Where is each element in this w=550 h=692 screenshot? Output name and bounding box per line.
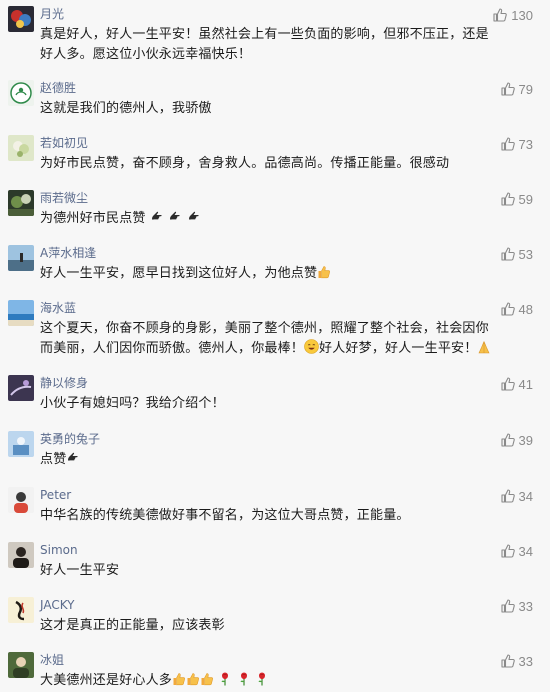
avatar[interactable] bbox=[8, 597, 34, 623]
commenter-name[interactable]: 冰姐 bbox=[40, 652, 64, 668]
like-count: 34 bbox=[518, 488, 533, 504]
rose-emoji-icon bbox=[237, 672, 251, 686]
like-count: 130 bbox=[511, 7, 533, 23]
thumbs-up-outline-icon bbox=[500, 653, 516, 669]
like-button[interactable]: 48 bbox=[500, 300, 533, 318]
comment-text-body: 点赞 bbox=[40, 452, 67, 467]
like-count: 59 bbox=[518, 191, 533, 207]
like-count: 41 bbox=[518, 376, 533, 392]
like-button[interactable]: 34 bbox=[500, 542, 533, 560]
thumbs-up-outline-icon bbox=[500, 598, 516, 614]
thumbs-up-outline-icon bbox=[500, 301, 516, 317]
comment-text: 这个夏天，你奋不顾身的身影，美丽了整个德州，照耀了整个社会，社会因你而美丽，人们… bbox=[40, 319, 495, 359]
like-count: 48 bbox=[518, 301, 533, 317]
thumbs-up-emoji-icon bbox=[172, 672, 186, 686]
commenter-name[interactable]: Peter bbox=[40, 487, 71, 503]
avatar[interactable] bbox=[8, 190, 34, 216]
commenter-name[interactable]: 月光 bbox=[40, 6, 64, 22]
like-button[interactable]: 73 bbox=[500, 135, 533, 153]
avatar[interactable] bbox=[8, 300, 34, 326]
commenter-name[interactable]: 赵德胜 bbox=[40, 80, 76, 96]
avatar[interactable] bbox=[8, 135, 34, 161]
like-button[interactable]: 33 bbox=[500, 652, 533, 670]
comment-text: 大美德州还是好心人多 bbox=[40, 671, 495, 691]
thumbs-up-outline-icon bbox=[500, 488, 516, 504]
pointing-hand-emoji-icon bbox=[150, 210, 164, 224]
thumbs-up-outline-icon bbox=[500, 376, 516, 392]
avatar[interactable] bbox=[8, 80, 34, 106]
thumbs-up-outline-icon bbox=[500, 81, 516, 97]
like-button[interactable]: 41 bbox=[500, 375, 533, 393]
commenter-name[interactable]: 海水蓝 bbox=[40, 300, 76, 316]
praying-hands-emoji-icon bbox=[477, 340, 491, 354]
like-count: 53 bbox=[518, 246, 533, 262]
comment-text-body: 好人一生平安，愿早日找到这位好人，为他点赞 bbox=[40, 266, 318, 281]
comment-text: 这就是我们的德州人，我骄傲 bbox=[40, 101, 212, 116]
thumbs-up-outline-icon bbox=[492, 7, 508, 23]
like-count: 33 bbox=[518, 598, 533, 614]
like-button[interactable]: 34 bbox=[500, 487, 533, 505]
comment-text: 好人一生平安，愿早日找到这位好人，为他点赞 bbox=[40, 264, 495, 284]
avatar[interactable] bbox=[8, 431, 34, 457]
like-count: 39 bbox=[518, 432, 533, 448]
thumbs-up-outline-icon bbox=[500, 432, 516, 448]
like-button[interactable]: 39 bbox=[500, 431, 533, 449]
like-button[interactable]: 79 bbox=[500, 80, 533, 98]
thumbs-up-outline-icon bbox=[500, 136, 516, 152]
commenter-name[interactable]: 若如初见 bbox=[40, 135, 88, 151]
thumbs-up-emoji-icon bbox=[317, 265, 331, 279]
avatar[interactable] bbox=[8, 652, 34, 678]
comment-text: 点赞 bbox=[40, 450, 495, 470]
like-button[interactable]: 33 bbox=[500, 597, 533, 615]
avatar[interactable] bbox=[8, 487, 34, 513]
rose-emoji-icon bbox=[218, 672, 232, 686]
like-count: 34 bbox=[518, 543, 533, 559]
pointing-hand-emoji-icon bbox=[168, 210, 182, 224]
like-count: 73 bbox=[518, 136, 533, 152]
thumbs-up-outline-icon bbox=[500, 543, 516, 559]
like-count: 33 bbox=[518, 653, 533, 669]
avatar[interactable] bbox=[8, 245, 34, 271]
comment-text: 为好市民点赞，奋不顾身，舍身救人。品德高尚。传播正能量。很感动 bbox=[40, 156, 450, 171]
rose-emoji-icon bbox=[255, 672, 269, 686]
comment-text: 中华名族的传统美德做好事不留名，为这位大哥点赞，正能量。 bbox=[40, 508, 410, 523]
commenter-name[interactable]: A萍水相逢 bbox=[40, 245, 96, 261]
avatar[interactable] bbox=[8, 6, 34, 32]
smiley-emoji-icon bbox=[304, 339, 319, 354]
comment-text-body: 为德州好市民点赞 bbox=[40, 211, 146, 226]
comment-text: 这才是真正的正能量，应该表彰 bbox=[40, 618, 225, 633]
like-button[interactable]: 130 bbox=[492, 6, 533, 24]
thumbs-up-emoji-icon bbox=[186, 672, 200, 686]
commenter-name[interactable]: Simon bbox=[40, 542, 78, 558]
avatar[interactable] bbox=[8, 542, 34, 568]
pointing-hand-emoji-icon bbox=[187, 210, 201, 224]
like-button[interactable]: 53 bbox=[500, 245, 533, 263]
comment-text: 好人一生平安 bbox=[40, 563, 120, 578]
like-count: 79 bbox=[518, 81, 533, 97]
avatar[interactable] bbox=[8, 375, 34, 401]
comment-text: 真是好人，好人一生平安！虽然社会上有一些负面的影响，但邪不压正，还是好人多。愿这… bbox=[40, 27, 489, 62]
commenter-name[interactable]: JACKY bbox=[40, 597, 74, 613]
thumbs-up-outline-icon bbox=[500, 191, 516, 207]
comment-text: 小伙子有媳妇吗？我给介绍个！ bbox=[40, 396, 225, 411]
commenter-name[interactable]: 英勇的兔子 bbox=[40, 431, 100, 447]
comment-text-body: 好人好梦，好人一生平安！ bbox=[319, 341, 478, 356]
thumbs-up-outline-icon bbox=[500, 246, 516, 262]
commenter-name[interactable]: 静以修身 bbox=[40, 375, 88, 391]
comment-text-body: 大美德州还是好心人多 bbox=[40, 673, 173, 688]
commenter-name[interactable]: 雨若微尘 bbox=[40, 190, 88, 206]
like-button[interactable]: 59 bbox=[500, 190, 533, 208]
pointing-hand-emoji-icon bbox=[66, 451, 80, 465]
comment-text: 为德州好市民点赞 bbox=[40, 209, 495, 229]
thumbs-up-emoji-icon bbox=[200, 672, 214, 686]
